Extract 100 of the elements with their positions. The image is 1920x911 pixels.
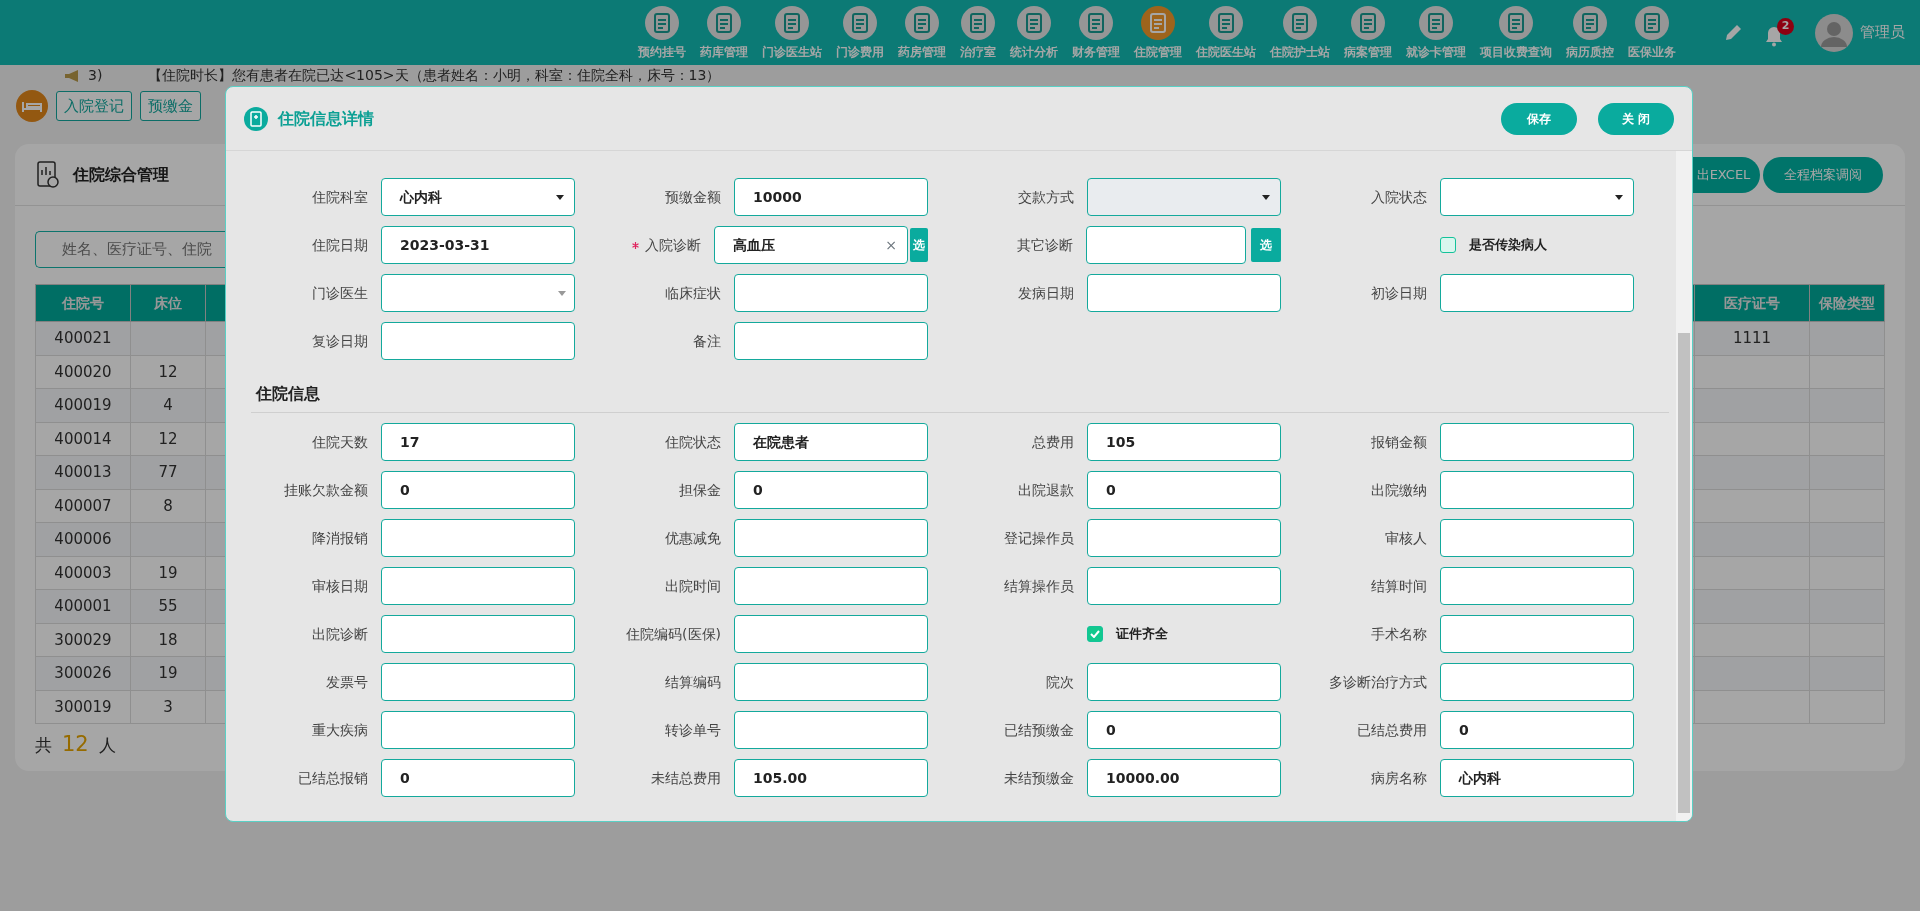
nav-item[interactable]: 住院管理 [1127, 0, 1189, 65]
input-field[interactable]: 0 [734, 471, 928, 509]
document-icon [851, 13, 869, 33]
table-cell: 12 [130, 422, 206, 456]
scrollbar-thumb[interactable] [1678, 333, 1690, 813]
input-field[interactable] [1440, 663, 1634, 701]
input-field[interactable] [381, 567, 575, 605]
input-field[interactable]: 在院患者 [734, 423, 928, 461]
input-field[interactable] [381, 711, 575, 749]
input-field[interactable] [734, 663, 928, 701]
checkbox[interactable] [1440, 237, 1456, 253]
field-label: 临床症状 [665, 283, 721, 303]
scrollbar[interactable] [1676, 151, 1692, 821]
input-field[interactable] [1087, 519, 1281, 557]
select-field[interactable] [381, 274, 575, 312]
field-label: 院次 [1046, 672, 1074, 692]
input-field[interactable] [1440, 615, 1634, 653]
select-field[interactable]: 心内科 [381, 178, 575, 216]
document-icon [1217, 13, 1235, 33]
nav-item[interactable]: 就诊卡管理 [1399, 0, 1473, 65]
nav-item[interactable]: 医保业务 [1621, 0, 1683, 65]
nav-item[interactable]: 门诊医生站 [755, 0, 829, 65]
search-field[interactable]: 姓名、医疗证号、住院 [35, 231, 225, 268]
input-field[interactable]: 10000.00 [1087, 759, 1281, 797]
input-field[interactable] [1087, 663, 1281, 701]
caret-icon [1262, 194, 1270, 200]
toolbar-button[interactable]: 入院登记 [56, 90, 132, 122]
input-field[interactable] [1086, 226, 1246, 264]
user-name[interactable]: 管理员 [1860, 21, 1905, 44]
field-label: 审核日期 [312, 576, 368, 596]
clear-button[interactable]: × [885, 234, 897, 256]
input-field[interactable] [1440, 274, 1634, 312]
document-icon [913, 13, 931, 33]
checkbox[interactable] [1087, 626, 1103, 642]
panel-button[interactable]: 全程档案调阅 [1763, 156, 1883, 193]
section-title: 住院信息 [256, 383, 321, 405]
avatar-icon[interactable] [1815, 13, 1853, 52]
total-label: 共 [35, 734, 52, 757]
input-field[interactable] [734, 567, 928, 605]
input-field[interactable] [381, 519, 575, 557]
toolbar-button[interactable]: 预缴金 [140, 90, 201, 122]
input-field[interactable] [734, 711, 928, 749]
input-field[interactable] [1440, 519, 1634, 557]
input-field[interactable]: 0 [1440, 711, 1634, 749]
input-field[interactable] [734, 274, 928, 312]
table-cell: 3 [130, 690, 206, 724]
table-cell: 19 [130, 656, 206, 690]
field-label: 手术名称 [1371, 624, 1427, 644]
nav-item[interactable]: 财务管理 [1065, 0, 1127, 65]
input-field[interactable] [1087, 567, 1281, 605]
field-label: 转诊单号 [665, 720, 721, 740]
nav-item[interactable]: 病案管理 [1337, 0, 1399, 65]
nav-item[interactable]: 住院医生站 [1189, 0, 1263, 65]
table-cell: 400019 [35, 388, 131, 422]
input-field[interactable] [1087, 274, 1281, 312]
input-field[interactable]: 0 [1087, 471, 1281, 509]
input-field[interactable]: 0 [381, 759, 575, 797]
input-field[interactable] [381, 615, 575, 653]
column-header: 床位 [130, 284, 206, 322]
field-label: 住院状态 [665, 432, 721, 452]
nav-item[interactable]: 预约挂号 [631, 0, 693, 65]
document-icon [1643, 13, 1661, 33]
nav-item[interactable]: 门诊费用 [829, 0, 891, 65]
table-cell: 12 [130, 355, 206, 389]
input-field[interactable] [734, 322, 928, 360]
field-label: 住院科室 [312, 187, 368, 207]
nav-item[interactable]: 项目收费查询 [1473, 0, 1559, 65]
input-field[interactable] [1440, 423, 1634, 461]
input-field[interactable] [1440, 567, 1634, 605]
nav-item[interactable]: 药库管理 [693, 0, 755, 65]
input-field[interactable]: 10000 [734, 178, 928, 216]
input-field[interactable] [381, 663, 575, 701]
select-field[interactable] [1440, 178, 1634, 216]
input-field[interactable]: 高血压 × [714, 226, 908, 264]
notification-bell[interactable]: 2 [1764, 18, 1794, 47]
field-label: 已结总报销 [298, 768, 368, 788]
input-field[interactable]: 2023-03-31 [381, 226, 575, 264]
nav-item[interactable]: 住院护士站 [1263, 0, 1337, 65]
select-button[interactable]: 选 [910, 228, 928, 262]
select-button[interactable]: 选 [1251, 228, 1281, 262]
nav-item[interactable]: 药房管理 [891, 0, 953, 65]
input-field[interactable]: 17 [381, 423, 575, 461]
input-field[interactable]: 心内科 [1440, 759, 1634, 797]
input-field[interactable]: 0 [381, 471, 575, 509]
input-field[interactable]: 105 [1087, 423, 1281, 461]
nav-item[interactable]: 统计分析 [1003, 0, 1065, 65]
pencil-icon[interactable] [1723, 22, 1743, 43]
nav-item[interactable]: 治疗室 [953, 0, 1003, 65]
nav-item[interactable]: 病历质控 [1559, 0, 1621, 65]
table-cell: 300019 [35, 690, 131, 724]
dialog-button[interactable]: 关 闭 [1598, 102, 1674, 135]
input-field[interactable] [1440, 471, 1634, 509]
input-field[interactable] [381, 322, 575, 360]
input-field[interactable] [734, 519, 928, 557]
dialog-button[interactable]: 保存 [1501, 102, 1577, 135]
input-field[interactable]: 105.00 [734, 759, 928, 797]
bed-icon[interactable] [16, 90, 48, 122]
input-field[interactable]: 0 [1087, 711, 1281, 749]
input-field[interactable] [734, 615, 928, 653]
dialog-title: 住院信息详情 [278, 107, 374, 130]
